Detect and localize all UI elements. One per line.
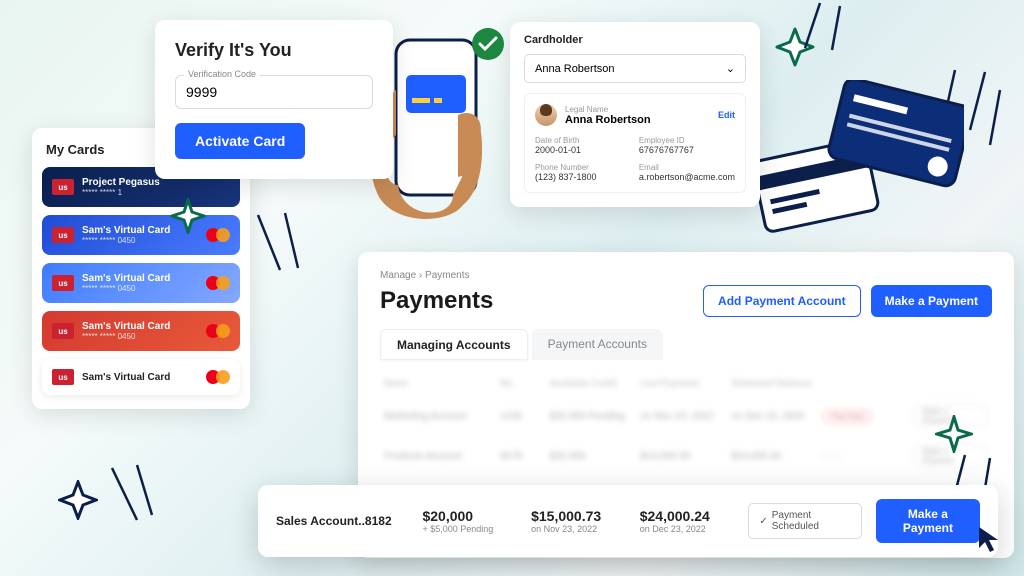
select-value: Anna Robertson	[535, 63, 615, 75]
payment-scheduled-badge: ✓Payment Scheduled	[748, 503, 862, 539]
eid-label: Employee ID	[639, 136, 735, 145]
crumb-parent[interactable]: Manage	[380, 270, 416, 281]
breadcrumb: Manage › Payments	[380, 270, 992, 281]
email-label: Email	[639, 163, 735, 172]
phone-label: Phone Number	[535, 163, 629, 172]
field-label: Verification Code	[184, 69, 260, 79]
chevron-down-icon: ⌄	[726, 62, 735, 75]
card-item[interactable]: us Sam's Virtual Card	[42, 359, 240, 395]
card-number: ***** ***** 0450	[82, 284, 198, 293]
card-name: Sam's Virtual Card	[82, 372, 198, 383]
account-name: Sales Account..8182	[276, 514, 408, 528]
sparkle-icon	[170, 198, 206, 234]
cursor-icon	[976, 524, 1006, 554]
legal-name-label: Legal Name	[565, 105, 710, 114]
tab-payment-accounts[interactable]: Payment Accounts	[532, 329, 663, 360]
dob-label: Date of Birth	[535, 136, 629, 145]
deco-lines	[102, 460, 162, 530]
card-name: Sam's Virtual Card	[82, 273, 198, 284]
us-bank-badge: us	[52, 179, 74, 195]
verify-panel: Verify It's You Verification Code 9999 A…	[155, 20, 393, 179]
card-item[interactable]: us Sam's Virtual Card***** ***** 0450	[42, 311, 240, 351]
deco-lines	[250, 210, 320, 280]
us-bank-badge: us	[52, 323, 74, 339]
card-number: ***** ***** 0450	[82, 236, 198, 245]
dob-value: 2000-01-01	[535, 145, 629, 155]
add-payment-account-button[interactable]: Add Payment Account	[703, 285, 861, 317]
legal-name-value: Anna Robertson	[565, 114, 710, 126]
email-value: a.robertson@acme.com	[639, 172, 735, 182]
field-value: 9999	[186, 84, 217, 100]
mastercard-icon	[206, 228, 230, 243]
row-make-payment-button[interactable]: Make a Payment	[876, 499, 980, 543]
cardholder-label: Cardholder	[524, 34, 746, 46]
make-payment-button[interactable]: Make a Payment	[871, 285, 992, 317]
mastercard-icon	[206, 276, 230, 291]
focused-account-row: Sales Account..8182 $20,000+ $5,000 Pend…	[258, 485, 998, 557]
page-title: Payments	[380, 287, 493, 315]
tab-managing-accounts[interactable]: Managing Accounts	[380, 329, 528, 360]
mastercard-icon	[206, 324, 230, 339]
deco-lines	[790, 0, 850, 58]
eid-value: 67676767767	[639, 145, 735, 155]
verify-title: Verify It's You	[175, 40, 373, 61]
phone-value: (123) 837-1800	[535, 172, 629, 182]
card-number: ***** ***** 0450	[82, 332, 198, 341]
mastercard-icon	[206, 370, 230, 385]
us-bank-badge: us	[52, 369, 74, 385]
cardholder-panel: Cardholder Anna Robertson ⌄ Legal Name A…	[510, 22, 760, 207]
card-number: ***** ***** 1	[82, 188, 230, 197]
sparkle-icon	[58, 480, 98, 520]
card-name: Sam's Virtual Card	[82, 321, 198, 332]
sparkle-icon	[935, 415, 973, 453]
available-credit: $20,000	[422, 508, 517, 524]
crumb-current: Payments	[425, 270, 469, 281]
us-bank-badge: us	[52, 275, 74, 291]
verification-code-input[interactable]: Verification Code 9999	[175, 75, 373, 109]
cardholder-details: Legal Name Anna Robertson Edit Date of B…	[524, 93, 746, 193]
us-bank-badge: us	[52, 227, 74, 243]
statement-balance: $24,000.24	[640, 508, 735, 524]
check-icon: ✓	[759, 516, 767, 527]
edit-link[interactable]: Edit	[718, 110, 735, 120]
card-item[interactable]: us Sam's Virtual Card***** ***** 0450	[42, 263, 240, 303]
activate-card-button[interactable]: Activate Card	[175, 123, 305, 159]
table-row: Products Account5678$20,000$14,000.00$24…	[380, 436, 992, 476]
avatar	[535, 104, 557, 126]
cards-illustration	[734, 80, 964, 240]
cardholder-select[interactable]: Anna Robertson ⌄	[524, 54, 746, 83]
card-item[interactable]: us Sam's Virtual Card***** ***** 0450	[42, 215, 240, 255]
last-payment: $15,000.73	[531, 508, 626, 524]
table-row: Marketing Account1234$20,000 Pendingon N…	[380, 396, 992, 436]
